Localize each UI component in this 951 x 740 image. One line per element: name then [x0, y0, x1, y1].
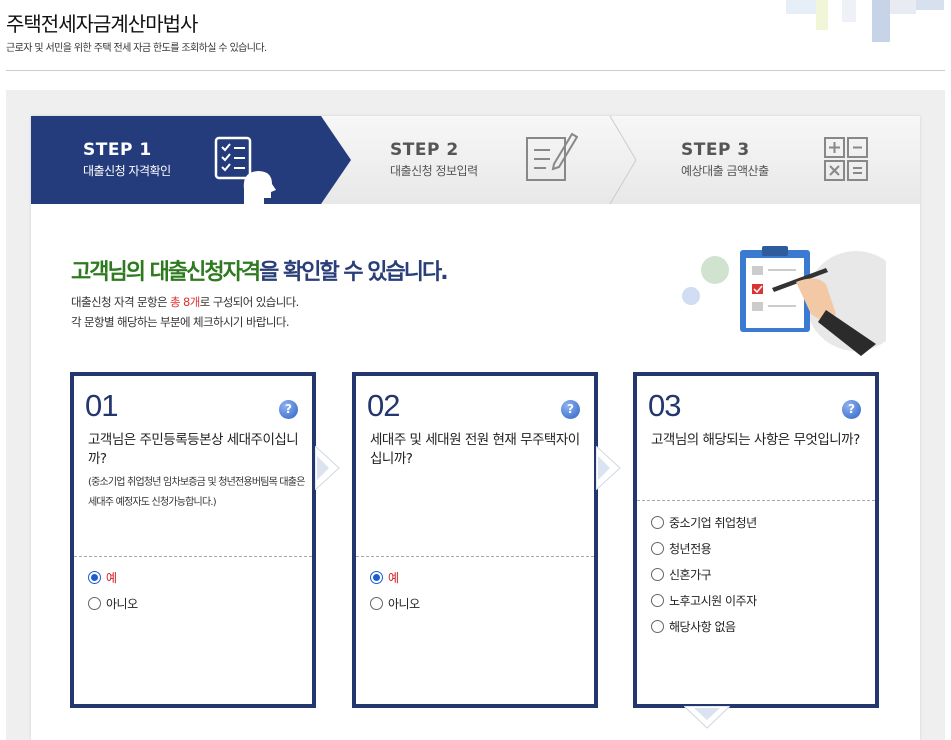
step-1-active-bg [31, 116, 351, 204]
question-card-01: 01 ? 고객님은 주민등록등본상 세대주이십니까? (중소기업 취업청년 임차… [70, 372, 316, 708]
step-separator [609, 116, 637, 204]
step-2-number: STEP 2 [390, 140, 459, 160]
question-card-02: 02 ? 세대주 및 세대원 전원 현재 무주택자이십니까? 예 아니오 [352, 372, 598, 708]
question-card-03: 03 ? 고객님의 해당되는 사항은 무엇입니까? 중소기업 취업청년 청년전용… [633, 372, 879, 708]
step-3-number: STEP 3 [681, 140, 750, 160]
intro-line-2: 각 문항별 해당하는 부분에 체크하시기 바랍니다. [71, 315, 290, 329]
option-label: 아니오 [388, 597, 420, 611]
form-pencil-icon [526, 132, 578, 181]
option-yes[interactable]: 예 [88, 569, 117, 586]
question-note: (중소기업 취업청년 임차보증금 및 청년전용버팀목 대출은 세대주 예정자도 … [88, 477, 305, 508]
radio-button[interactable] [88, 597, 101, 610]
option-label: 해당사항 없음 [669, 620, 736, 634]
intro-heading: 고객님의 대출신청자격을 확인할 수 있습니다. [71, 254, 449, 286]
clipboard-hand-illustration [682, 246, 886, 356]
step-1-number: STEP 1 [83, 140, 152, 160]
question-text: 고객님은 주민등록등본상 세대주이십니까? [88, 432, 299, 467]
step-2: STEP 2 대출신청 정보입력 [390, 140, 478, 179]
header-divider [6, 70, 945, 71]
option-label: 예 [388, 571, 399, 585]
calculator-icon [824, 137, 868, 181]
option-yes[interactable]: 예 [370, 569, 399, 586]
radio-button[interactable] [651, 594, 664, 607]
question-number: 02 [367, 388, 400, 423]
question-text: 고객님의 해당되는 사항은 무엇입니까? [651, 432, 860, 448]
next-arrow-icon [596, 446, 621, 490]
step-3-label: 예상대출 금액산출 [681, 164, 769, 178]
header-decoration-graphic [786, 0, 944, 42]
intro-line-1: 대출신청 자격 문항은 총 8개로 구성되어 있습니다. [71, 294, 299, 310]
option-label: 노후고시원 이주자 [669, 594, 757, 608]
option-label: 중소기업 취업청년 [669, 516, 757, 530]
question-number: 01 [85, 388, 118, 423]
help-icon[interactable]: ? [561, 400, 580, 419]
question-text: 세대주 및 세대원 전원 현재 무주택자이십니까? [370, 432, 580, 467]
intro-count: 총 8개 [170, 295, 200, 309]
page-title: 주택전세자금계산마법사 [6, 12, 198, 36]
down-arrow-icon [684, 706, 730, 729]
question-number: 03 [648, 388, 681, 423]
radio-button[interactable] [370, 597, 383, 610]
option-label: 아니오 [106, 597, 138, 611]
option-no[interactable]: 아니오 [88, 595, 138, 612]
option-youth[interactable]: 청년전용 [651, 540, 712, 557]
help-icon[interactable]: ? [842, 400, 861, 419]
option-label: 예 [106, 571, 117, 585]
question-divider [74, 556, 312, 557]
radio-button[interactable] [370, 571, 383, 584]
intro-line-1-pre: 대출신청 자격 문항은 [71, 295, 170, 309]
intro-line-1-post: 로 구성되어 있습니다. [199, 295, 300, 309]
page-subtitle: 근로자 및 서민을 위한 주택 전세 자금 한도를 조회하실 수 있습니다. [6, 43, 267, 54]
radio-button[interactable] [651, 516, 664, 529]
intro-heading-rest: 을 확인할 수 있습니다. [259, 260, 448, 285]
step-1: STEP 1 대출신청 자격확인 [83, 140, 171, 179]
help-icon[interactable]: ? [279, 400, 298, 419]
question-divider [637, 500, 875, 501]
radio-button[interactable] [651, 568, 664, 581]
option-no[interactable]: 아니오 [370, 595, 420, 612]
intro-heading-highlight: 고객님의 대출신청자격 [71, 260, 261, 285]
wizard-card: STEP 1 대출신청 자격확인 STEP 2 대출신청 정보입력 STEP 3… [31, 116, 920, 740]
option-sme-youth[interactable]: 중소기업 취업청년 [651, 514, 757, 531]
radio-button[interactable] [88, 571, 101, 584]
option-gosiwon-mover[interactable]: 노후고시원 이주자 [651, 592, 757, 609]
option-newlywed[interactable]: 신혼가구 [651, 566, 712, 583]
step-3: STEP 3 예상대출 금액산출 [681, 140, 769, 179]
page-header: 주택전세자금계산마법사 근로자 및 서민을 위한 주택 전세 자금 한도를 조회… [0, 0, 951, 72]
question-divider [356, 556, 594, 557]
option-label: 청년전용 [669, 542, 712, 556]
step-2-label: 대출신청 정보입력 [390, 164, 478, 178]
option-label: 신혼가구 [669, 568, 712, 582]
next-arrow-icon [315, 446, 340, 490]
radio-button[interactable] [651, 620, 664, 633]
content-panel: STEP 1 대출신청 자격확인 STEP 2 대출신청 정보입력 STEP 3… [6, 90, 945, 740]
checklist-person-icon [214, 136, 276, 204]
radio-button[interactable] [651, 542, 664, 555]
step-progress-bar: STEP 1 대출신청 자격확인 STEP 2 대출신청 정보입력 STEP 3… [31, 116, 920, 204]
option-none[interactable]: 해당사항 없음 [651, 618, 736, 635]
step-1-label: 대출신청 자격확인 [83, 164, 171, 178]
